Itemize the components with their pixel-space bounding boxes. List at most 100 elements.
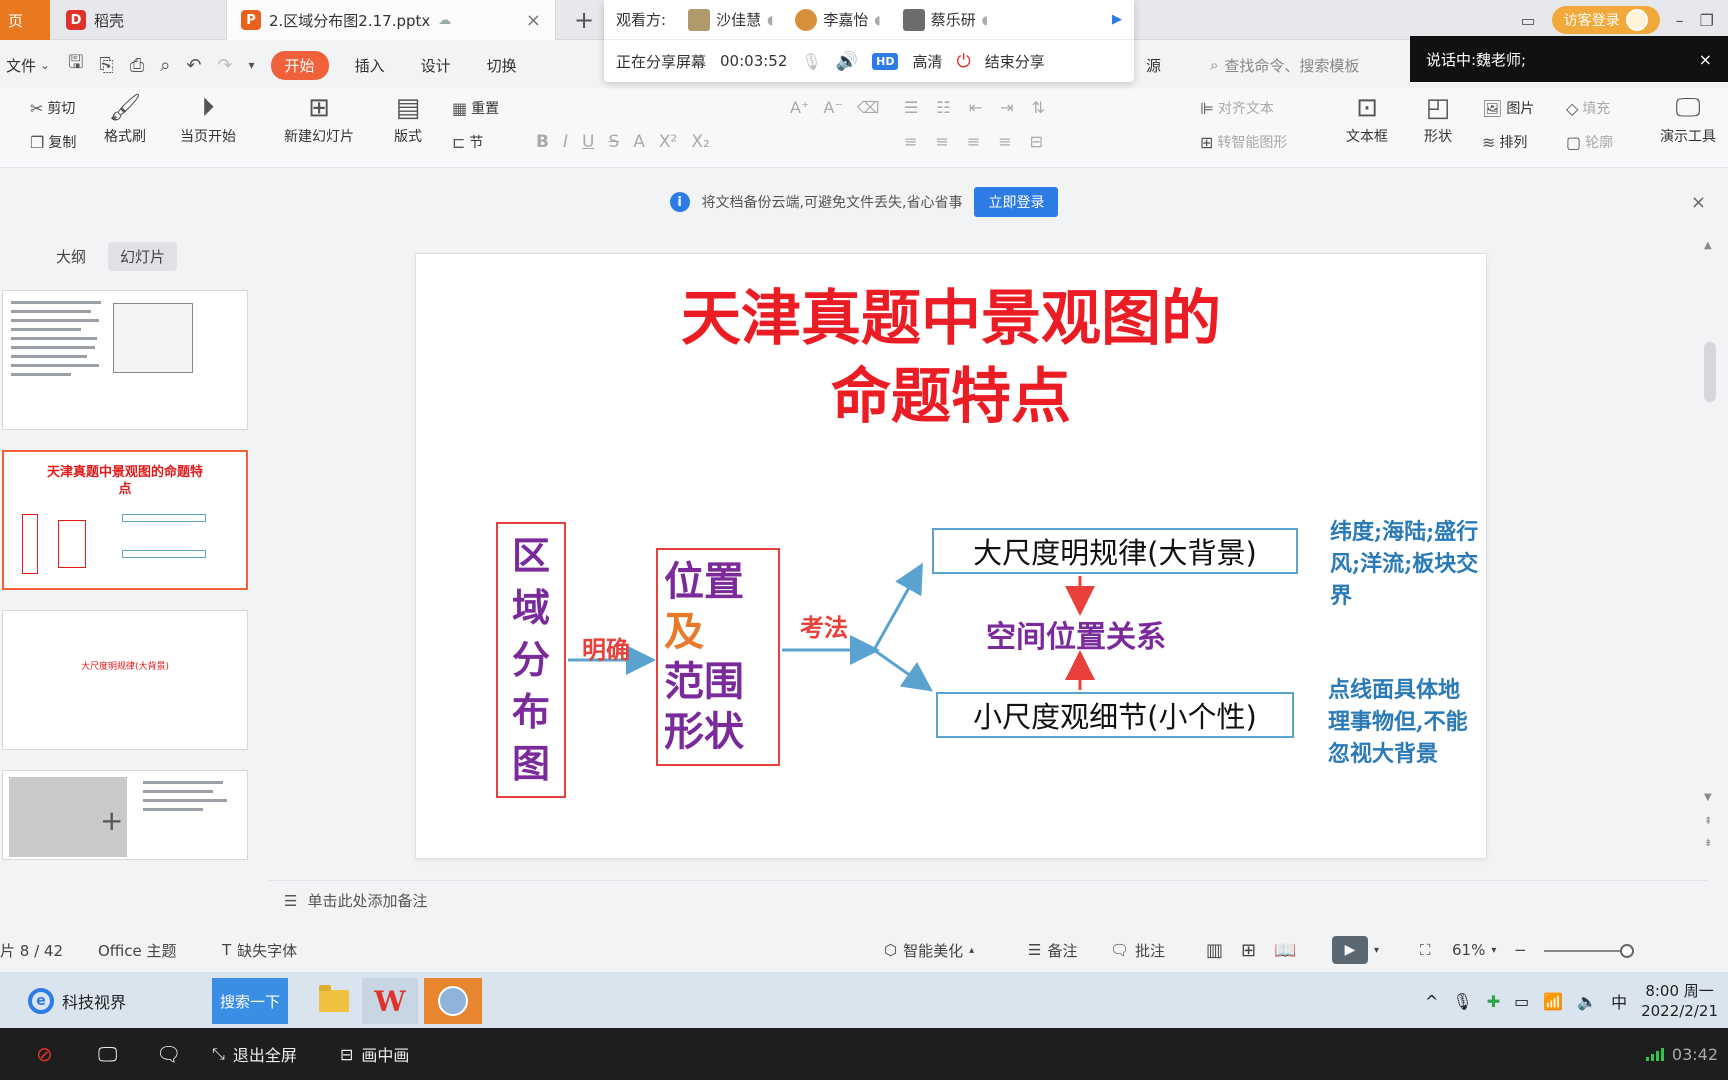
slide-thumbnail-selected[interactable]: 天津真题中景观图的命题特点 <box>2 450 248 590</box>
tab-insert[interactable]: 插入 <box>337 55 403 76</box>
presentation-tools-button[interactable]: 🖵 演示工具 <box>1660 94 1716 146</box>
reset-button[interactable]: ▦ 重置 <box>452 98 499 118</box>
window-layout-icon[interactable]: ▭ <box>1521 11 1536 30</box>
exit-fullscreen-button[interactable]: ⤡ 退出全屏 <box>212 1042 297 1066</box>
align-text-button[interactable]: ⊫ 对齐文本 <box>1200 98 1274 118</box>
normal-view-icon[interactable]: ▥ <box>1206 940 1223 961</box>
slide-canvas[interactable]: 天津真题中景观图的 命题特点 区 域 分 布 图 位置 及 范围 形状 明确 考… <box>416 254 1486 858</box>
taskbar-wps[interactable]: W <box>362 978 418 1024</box>
menu-file[interactable]: 文件 <box>0 55 40 76</box>
distribute-icon[interactable]: ⊟ <box>1030 132 1043 151</box>
prev-slide-icon[interactable]: ⇞ <box>1704 816 1712 827</box>
chevron-down-icon[interactable]: ⌄ <box>40 58 50 72</box>
tab-home-ribbon[interactable]: 开始 <box>270 50 329 80</box>
fit-window-button[interactable]: ⛶ <box>1420 941 1431 959</box>
input-method[interactable]: 中 <box>1611 989 1627 1013</box>
missing-font-button[interactable]: T 缺失字体 <box>222 940 297 961</box>
slide-sorter-icon[interactable]: ⊞ <box>1241 940 1256 961</box>
smart-shape-button[interactable]: ⊞ 转智能图形 <box>1200 132 1287 152</box>
guest-login-button[interactable]: 访客登录 <box>1551 6 1660 34</box>
taskbar-search-button[interactable]: 搜索一下 <box>212 978 288 1024</box>
copy-button[interactable]: ❐ 复制 <box>30 132 76 152</box>
camera-off-icon[interactable]: ⊘ <box>36 1042 53 1066</box>
reading-view-icon[interactable]: 📖 <box>1274 940 1296 961</box>
chat-icon[interactable]: 🗨 <box>156 1042 181 1066</box>
print-preview-icon[interactable]: ⌕ <box>160 55 170 76</box>
strikethrough-icon[interactable]: S <box>608 132 619 152</box>
viewers-more-icon[interactable]: ▶ <box>1112 12 1122 27</box>
superscript-icon[interactable]: X² <box>659 132 677 152</box>
beautify-button[interactable]: ⬡ 智能美化 ▴ <box>884 940 974 961</box>
viewer-item[interactable]: 蔡乐研 ◖ <box>902 8 988 31</box>
customize-icon[interactable]: ▾ <box>249 58 255 72</box>
tab-outline[interactable]: 大纲 <box>44 242 98 271</box>
align-right-icon[interactable]: ≡ <box>967 132 980 151</box>
battery-icon[interactable]: ▭ <box>1514 992 1529 1011</box>
tab-design[interactable]: 设计 <box>403 55 469 76</box>
decrease-indent-icon[interactable]: ⇤ <box>969 98 982 117</box>
scrollbar-thumb[interactable] <box>1704 342 1716 402</box>
command-search[interactable]: ⌕ 查找命令、搜索模板 <box>1210 55 1359 76</box>
screen-share-icon[interactable]: 🖵 <box>98 1042 117 1066</box>
minimize-icon[interactable]: – <box>1676 11 1684 30</box>
print-icon[interactable]: ⎙ <box>130 55 144 76</box>
zoom-out-icon[interactable]: − <box>1514 941 1527 959</box>
outline-button[interactable]: ▢ 轮廓 <box>1566 132 1613 152</box>
notes-toggle-button[interactable]: ☰ 备注 <box>1028 940 1077 961</box>
clock[interactable]: 8:00 周一 2022/2/21 <box>1641 981 1718 1021</box>
picture-in-picture-button[interactable]: ⊟ 画中画 <box>340 1042 409 1066</box>
subscript-icon[interactable]: X₂ <box>691 132 709 152</box>
tab-home[interactable]: 页 <box>0 0 50 40</box>
chevron-down-icon[interactable]: ▾ <box>1374 945 1379 956</box>
volume-icon[interactable]: 🔈 <box>1577 992 1597 1011</box>
numbered-list-icon[interactable]: ☷ <box>936 98 950 117</box>
new-slide-button[interactable]: ⊞ 新建幻灯片 <box>284 94 354 146</box>
layout-button[interactable]: ▤ 版式 <box>394 94 422 146</box>
viewer-item[interactable]: 李嘉怡 ◖ <box>795 8 881 31</box>
vertical-scrollbar[interactable]: ▲ ▼ ⇞ ⇟ <box>1700 232 1720 872</box>
close-icon[interactable]: × <box>1699 50 1712 69</box>
close-tab-icon[interactable]: × <box>526 10 541 31</box>
arrange-button[interactable]: ≋ 排列 <box>1482 132 1527 152</box>
export-pdf-icon[interactable]: ⎘ <box>99 55 113 76</box>
text-direction-icon[interactable]: ⇅ <box>1032 98 1045 117</box>
login-button[interactable]: 立即登录 <box>974 187 1059 217</box>
taskbar-meeting-app[interactable] <box>424 978 482 1024</box>
font-color-icon[interactable]: A <box>633 132 645 152</box>
slide-thumbnail[interactable]: 大尺度明规律(大背景) <box>2 610 248 750</box>
redo-icon[interactable]: ↷ <box>217 55 232 76</box>
clear-format-icon[interactable]: ⌫ <box>857 98 880 117</box>
increase-indent-icon[interactable]: ⇥ <box>1000 98 1013 117</box>
section-button[interactable]: ⊏ 节 <box>452 132 483 152</box>
format-painter-button[interactable]: 🖌 格式刷 <box>104 94 146 146</box>
zoom-knob[interactable] <box>1620 944 1634 958</box>
new-tab-button[interactable]: + <box>568 4 600 36</box>
save-icon[interactable]: 🖫 <box>68 50 83 80</box>
scroll-up-icon[interactable]: ▲ <box>1704 240 1712 251</box>
play-from-current-button[interactable]: ⏵ 当页开始 <box>180 94 236 146</box>
maximize-icon[interactable]: ❐ <box>1700 11 1714 30</box>
taskbar-browser[interactable]: e 科技视界 <box>20 978 200 1024</box>
tab-transitions[interactable]: 切换 <box>469 55 535 76</box>
quality-button[interactable]: 高清 <box>912 51 942 72</box>
comment-button[interactable]: 🗨 批注 <box>1110 940 1165 961</box>
microphone-icon[interactable]: 🎙 <box>801 52 821 71</box>
wifi-icon[interactable]: 📶 <box>1543 992 1563 1011</box>
zoom-level[interactable]: 61% ▾ <box>1452 941 1496 959</box>
viewer-item[interactable]: 沙佳慧 ◖ <box>688 8 773 31</box>
security-icon[interactable]: ✚ <box>1487 992 1500 1011</box>
align-left-icon[interactable]: ≡ <box>904 132 917 151</box>
align-center-icon[interactable]: ≡ <box>935 132 948 151</box>
picture-button[interactable]: 🖼 图片 <box>1482 98 1534 118</box>
theme-name[interactable]: Office 主题 <box>98 940 177 961</box>
taskbar-explorer[interactable] <box>306 978 362 1024</box>
fill-button[interactable]: ◇ 填充 <box>1566 98 1610 118</box>
tab-document[interactable]: P 2.区域分布图2.17.pptx ☁ × <box>226 0 556 40</box>
scroll-down-icon[interactable]: ▼ <box>1704 792 1712 803</box>
end-share-button[interactable]: 结束分享 <box>985 51 1045 72</box>
cut-button[interactable]: ✂ 剪切 <box>30 98 75 118</box>
speaker-icon[interactable]: 🔊 <box>836 51 858 72</box>
underline-icon[interactable]: U <box>582 132 594 152</box>
zoom-slider[interactable] <box>1544 944 1634 958</box>
font-shrink-icon[interactable]: A⁻ <box>823 98 842 117</box>
